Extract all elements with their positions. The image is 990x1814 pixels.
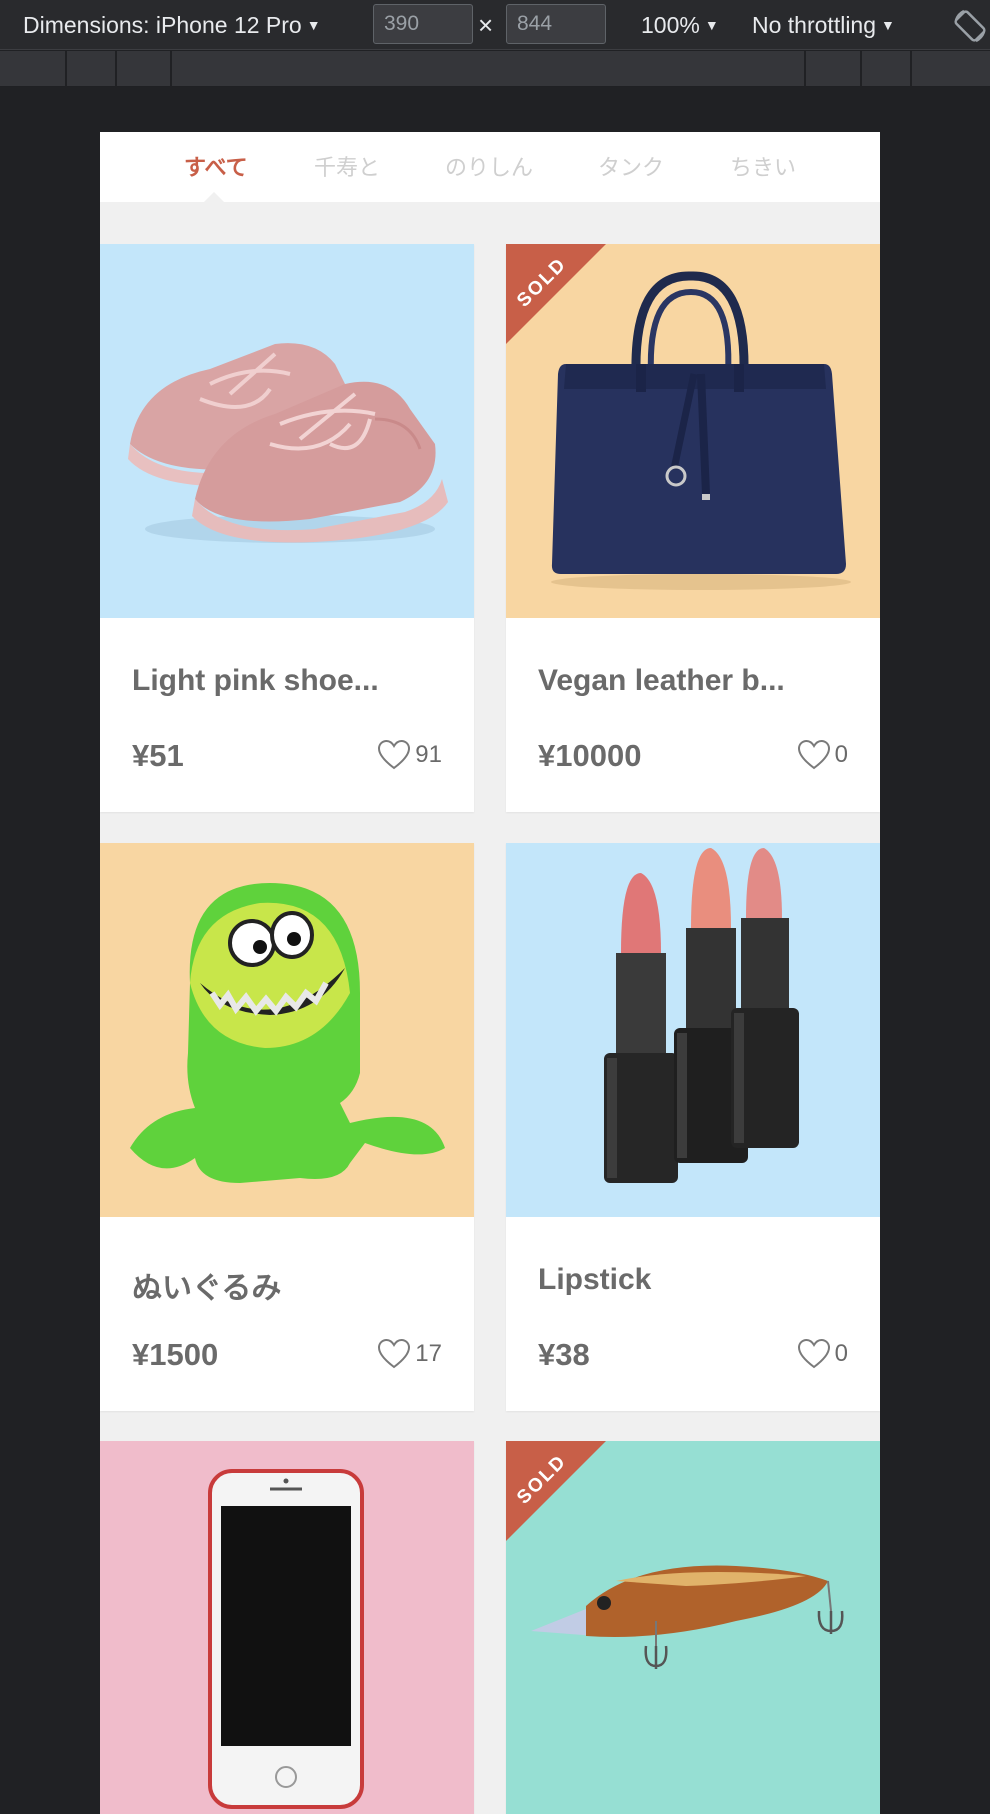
viewport-width-input[interactable]: 390 xyxy=(373,4,473,44)
heart-icon xyxy=(797,739,830,770)
lipsticks-image xyxy=(604,848,799,1183)
tab-category-4[interactable]: タンク xyxy=(598,154,664,182)
product-image: SOLD xyxy=(506,1441,880,1814)
like-button[interactable]: 0 xyxy=(797,1337,848,1371)
product-card[interactable]: Light pink shoe... ¥51 91 xyxy=(100,244,474,812)
product-card[interactable]: SOLD Vegan leather b... ¥10000 0 xyxy=(506,244,880,812)
like-count: 17 xyxy=(415,1340,442,1367)
device-dimensions-label: Dimensions: iPhone 12 Pro xyxy=(23,12,302,38)
product-card[interactable] xyxy=(100,1441,474,1814)
green-plush-monster-image xyxy=(130,883,445,1183)
heart-icon xyxy=(797,1338,830,1369)
category-tabs: すべて 千寿と のりしん タンク ちきい xyxy=(100,132,880,202)
smartphone-image xyxy=(208,1469,364,1809)
heart-icon xyxy=(378,739,411,770)
tab-category-2[interactable]: 千寿と xyxy=(314,154,380,182)
heart-icon xyxy=(378,1338,411,1369)
tab-category-3[interactable]: のりしん xyxy=(445,154,533,182)
product-image: SOLD xyxy=(506,244,880,618)
chevron-down-icon: ▼ xyxy=(306,17,321,33)
product-image xyxy=(100,1441,474,1814)
times-separator: × xyxy=(478,10,494,40)
viewport-height-input[interactable]: 844 xyxy=(506,4,606,44)
sold-ribbon: SOLD xyxy=(506,1441,606,1541)
product-image xyxy=(100,843,474,1217)
product-image xyxy=(506,843,880,1217)
ruler-segment[interactable] xyxy=(67,51,117,87)
tab-category-5[interactable]: ちきい xyxy=(730,154,796,182)
sold-ribbon: SOLD xyxy=(506,244,606,344)
throttling-dropdown[interactable]: No throttling ▼ xyxy=(752,12,895,38)
device-dimensions-dropdown[interactable]: Dimensions: iPhone 12 Pro ▼ xyxy=(23,12,321,38)
rotate-device-icon[interactable] xyxy=(950,6,990,46)
like-count: 0 xyxy=(834,741,848,768)
ruler-segment[interactable] xyxy=(0,51,67,87)
device-viewport: すべて 千寿と のりしん タンク ちきい Light pink shoe... … xyxy=(100,132,880,1814)
product-title: Lipstick xyxy=(538,1263,652,1296)
like-count: 0 xyxy=(834,1340,848,1367)
pink-sneakers-image xyxy=(128,343,448,543)
like-button[interactable]: 17 xyxy=(377,1337,442,1371)
tab-all[interactable]: すべて xyxy=(184,154,248,182)
like-button[interactable]: 0 xyxy=(797,738,848,772)
throttling-label: No throttling xyxy=(752,12,877,38)
product-price: ¥38 xyxy=(538,1337,590,1372)
product-title: Light pink shoe... xyxy=(132,664,379,697)
zoom-label: 100% xyxy=(641,12,700,38)
product-card[interactable]: ぬいぐるみ ¥1500 17 xyxy=(100,843,474,1411)
product-price: ¥51 xyxy=(132,738,184,773)
ruler-segment[interactable] xyxy=(117,51,172,87)
ruler-segment[interactable] xyxy=(172,51,806,87)
ruler-segment[interactable] xyxy=(806,51,862,87)
product-price: ¥10000 xyxy=(538,738,642,773)
product-card[interactable]: Lipstick ¥38 0 xyxy=(506,843,880,1411)
product-card[interactable]: SOLD xyxy=(506,1441,880,1814)
product-title: ぬいぐるみ xyxy=(132,1272,282,1305)
like-count: 91 xyxy=(415,741,442,768)
chevron-down-icon: ▼ xyxy=(704,17,719,33)
product-image xyxy=(100,244,474,618)
product-price: ¥1500 xyxy=(132,1337,219,1372)
devtools-device-toolbar: Dimensions: iPhone 12 Pro ▼ 390 × 844 100… xyxy=(0,0,990,50)
zoom-dropdown[interactable]: 100% ▼ xyxy=(641,12,719,38)
media-query-ruler xyxy=(0,51,990,87)
chevron-down-icon: ▼ xyxy=(881,17,895,33)
like-button[interactable]: 91 xyxy=(377,738,442,772)
ruler-segment[interactable] xyxy=(862,51,912,87)
active-tab-indicator xyxy=(204,192,224,202)
product-title: Vegan leather b... xyxy=(538,664,785,697)
ruler-segment[interactable] xyxy=(912,51,990,87)
